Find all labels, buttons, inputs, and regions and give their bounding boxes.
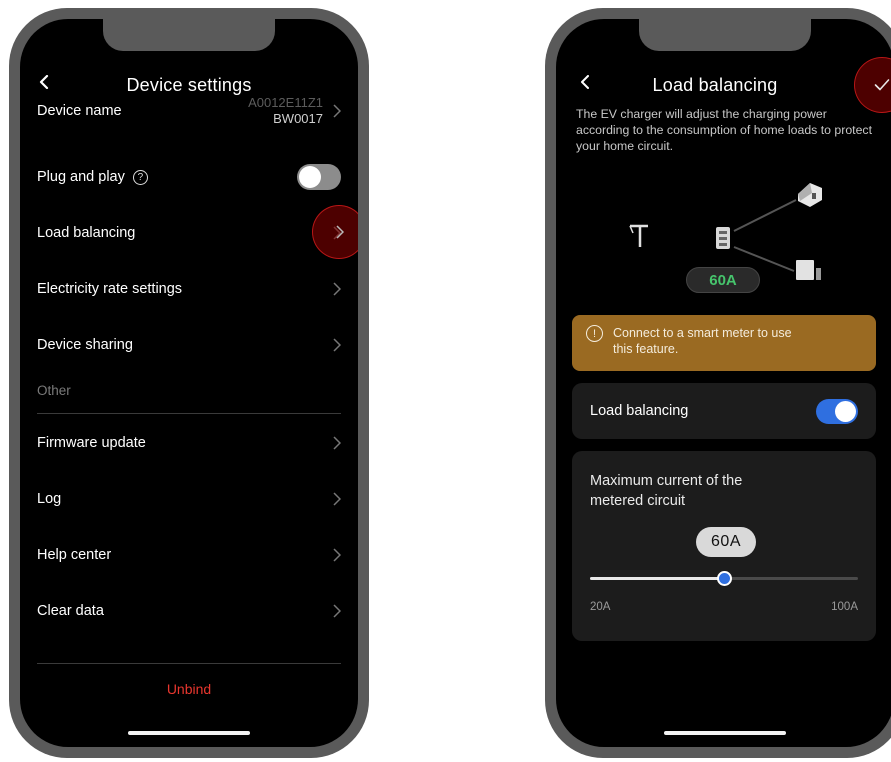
section-divider [37, 413, 341, 414]
load-balancing-toggle[interactable] [816, 398, 858, 424]
chevron-right-icon [333, 104, 341, 118]
settings-row-device-sharing[interactable]: Device sharing [37, 321, 341, 369]
warning-exclamation-icon: ! [586, 325, 603, 342]
load-balancing-toggle-card: Load balancing [572, 383, 876, 439]
max-current-value-badge: 60A [696, 527, 756, 557]
tap-highlight-circle [312, 205, 358, 259]
phone-notch [639, 19, 811, 51]
warning-text: Connect to a smart meter to use this fea… [613, 326, 792, 356]
clear-data-label: Clear data [37, 603, 104, 619]
check-icon[interactable] [874, 78, 890, 92]
help-center-label: Help center [37, 547, 112, 563]
electricity-rate-label: Electricity rate settings [37, 281, 183, 297]
utility-pole-icon [629, 224, 648, 247]
home-indicator [664, 731, 786, 735]
phone-notch [103, 19, 275, 51]
device-settings-screen: Device settings Device name A0012E11Z1 B… [20, 19, 358, 747]
unbind-divider [37, 663, 341, 664]
diagram-current-badge: 60A [686, 267, 760, 293]
chevron-right-icon [333, 338, 341, 352]
chevron-right-icon [333, 604, 341, 618]
settings-row-plug-and-play: Plug and play? [37, 153, 341, 201]
plug-and-play-toggle[interactable] [297, 164, 341, 190]
smart-meter-warning: ! Connect to a smart meter to use this f… [572, 315, 876, 371]
unbind-button[interactable]: Unbind [20, 681, 358, 697]
chevron-right-icon [333, 436, 341, 450]
phone-device-settings: Device settings Device name A0012E11Z1 B… [9, 8, 369, 758]
house-icon [798, 183, 822, 207]
chevron-right-icon [333, 282, 341, 296]
settings-row-clear-data[interactable]: Clear data [37, 587, 341, 635]
smart-meter-icon [716, 227, 730, 249]
load-balancing-screen: Load balancing The EV charger will adjus… [556, 19, 891, 747]
max-current-label: Maximum current of the metered circuit [590, 473, 743, 509]
help-question-icon[interactable]: ? [132, 169, 148, 185]
chevron-right-icon [333, 492, 341, 506]
load-balancing-chevron-icon[interactable] [336, 225, 344, 239]
load-balancing-label: Load balancing [37, 225, 136, 241]
device-name-value: A0012E11Z1 BW0017 [248, 95, 323, 126]
load-balancing-description: The EV charger will adjust the charging … [576, 107, 872, 153]
home-appliance-icon [796, 260, 821, 280]
slider-fill [590, 577, 724, 580]
settings-row-help-center[interactable]: Help center [37, 531, 341, 579]
max-current-card: Maximum current of the metered circuit 6… [572, 451, 876, 641]
settings-row-electricity-rate[interactable]: Electricity rate settings [37, 265, 341, 313]
settings-row-load-balancing[interactable]: Load balancing [37, 209, 341, 257]
home-indicator [128, 731, 250, 735]
section-header-other: Other [37, 383, 71, 398]
slider-thumb[interactable] [716, 571, 732, 586]
firmware-update-label: Firmware update [37, 435, 146, 451]
slider-max-label: 100A [831, 601, 858, 613]
settings-row-device-name[interactable]: Device name A0012E11Z1 BW0017 [37, 87, 341, 135]
settings-row-firmware-update[interactable]: Firmware update [37, 419, 341, 467]
device-sharing-label: Device sharing [37, 337, 133, 353]
slider-min-label: 20A [590, 601, 611, 613]
settings-row-log[interactable]: Log [37, 475, 341, 523]
plug-and-play-label: Plug and play [37, 169, 125, 185]
device-name-label: Device name [37, 103, 122, 119]
page-title: Load balancing [652, 75, 778, 95]
log-label: Log [37, 491, 62, 507]
chevron-right-icon [333, 548, 341, 562]
load-balancing-toggle-label: Load balancing [590, 403, 689, 419]
phone-load-balancing: Load balancing The EV charger will adjus… [545, 8, 891, 758]
max-current-slider[interactable] [590, 571, 858, 586]
